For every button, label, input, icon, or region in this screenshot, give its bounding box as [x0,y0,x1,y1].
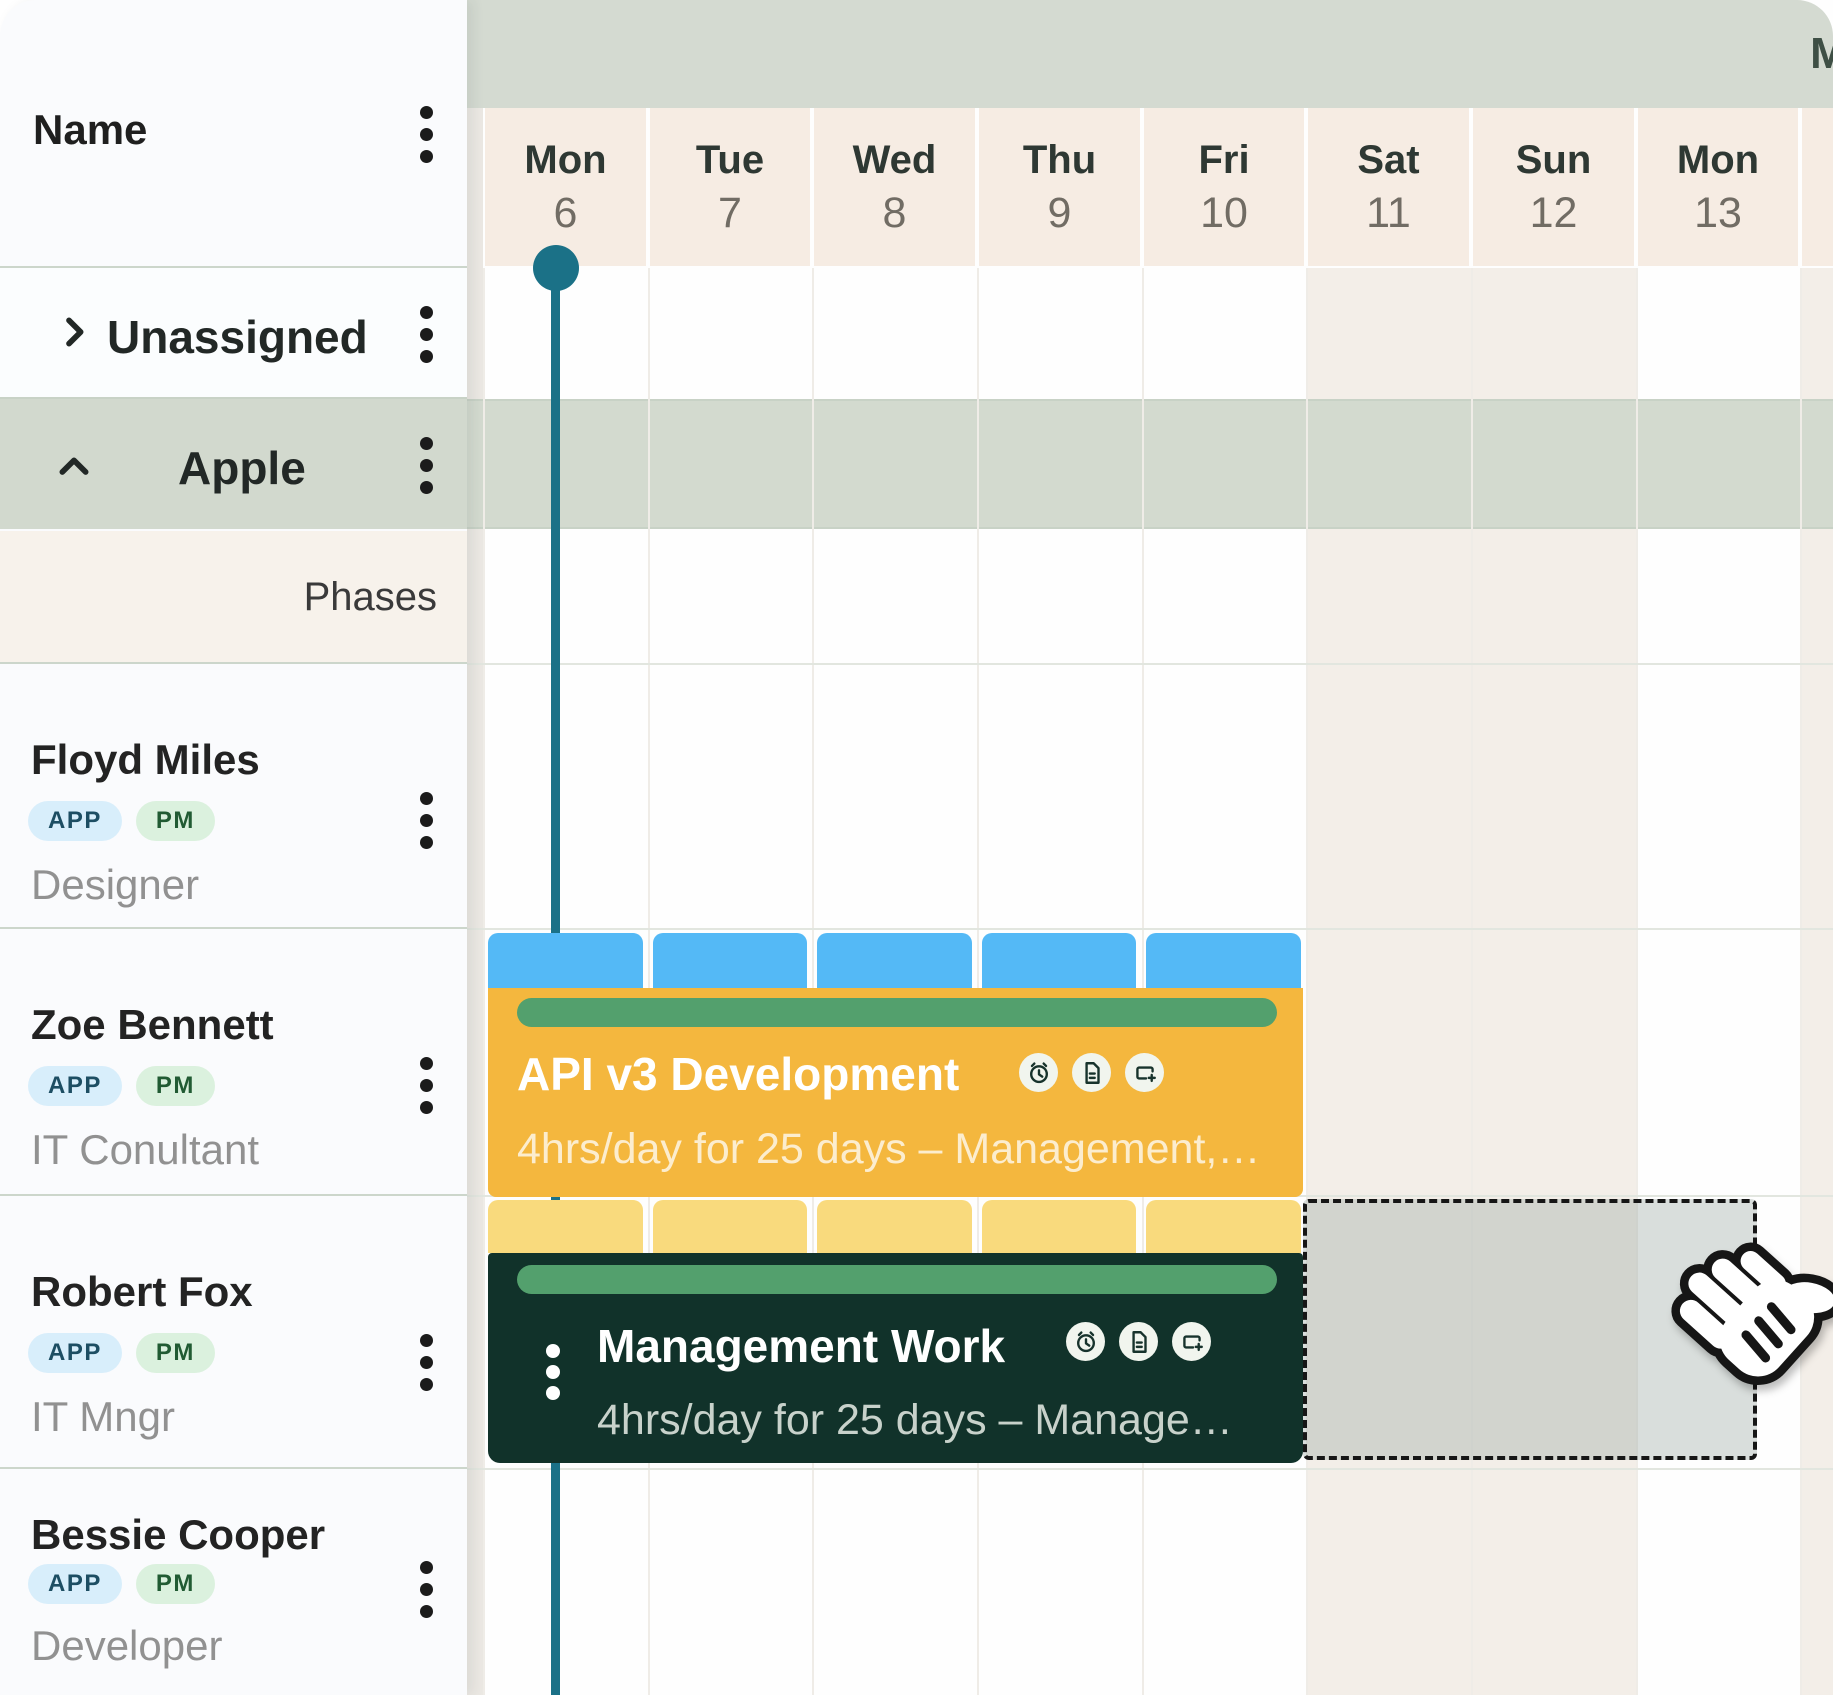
badge-app: APP [28,1564,122,1604]
badge-app: APP [28,1333,122,1373]
task1-progress-bar [517,998,1277,1027]
task-card-api-v3-development[interactable]: API v3 Development 4hrs/day for 25 days … [488,988,1303,1197]
document-icon [1072,1053,1111,1092]
sidebar-phases-row[interactable]: Phases [0,531,467,663]
scheduler-app: May 2024 Mon 6 Tue 7 Wed 8 Thu 9 Fri 10 … [0,0,1833,1695]
name-header-menu-button[interactable] [420,106,433,172]
day-header-sun12: Sun 12 [1473,108,1634,266]
member-name: Zoe Bennett [31,1001,274,1048]
task2-drag-handle-icon[interactable] [546,1344,560,1407]
member-badges: APP PM [28,801,215,841]
chevron-up-icon[interactable] [54,447,94,487]
badge-pm: PM [135,1333,215,1373]
task1-title: API v3 Development [517,1048,960,1100]
add-card-icon [1125,1053,1164,1092]
sidebar: Name Unassigned Apple Phases Floyd Miles… [0,0,467,1695]
day-header-mon6: Mon 6 [485,108,646,266]
name-column-header: Name [33,106,148,153]
task2-title: Management Work [597,1320,1006,1372]
alarm-icon [1066,1322,1105,1361]
day-header-wed8: Wed 8 [814,108,975,266]
today-marker-dot[interactable] [533,245,579,291]
member-role: Developer [31,1622,223,1669]
member-badges: APP PM [28,1333,215,1373]
month-band: May 2024 [467,0,1833,108]
month-label: May 2024 [1810,29,1833,78]
day-header-mon13: Mon 13 [1638,108,1798,266]
add-card-icon [1172,1322,1211,1361]
grid-gutter [467,108,483,1695]
badge-pm: PM [135,801,215,841]
member-name: Robert Fox [31,1268,253,1315]
member-name: Floyd Miles [31,736,260,783]
member-role: IT Mngr [31,1393,175,1440]
hand-cursor-icon [1671,1222,1833,1412]
task2-progress-bar [517,1265,1277,1294]
member-row-zoe-bennett[interactable]: Zoe Bennett APP PM IT Conultant [0,928,467,1195]
member-badges: APP PM [28,1066,215,1106]
task1-details: 4hrs/day for 25 days – Management,… [517,1125,1261,1173]
day-header-fri10: Fri 10 [1144,108,1304,266]
member-row-robert-fox[interactable]: Robert Fox APP PM IT Mngr [0,1195,467,1467]
badge-app: APP [28,1066,122,1106]
badge-pm: PM [135,1066,215,1106]
apple-menu-button[interactable] [420,437,433,503]
sidebar-group-unassigned[interactable]: Unassigned [0,268,467,397]
document-icon [1119,1322,1158,1361]
sidebar-header-row: Name [0,0,467,268]
member-role: Designer [31,861,200,908]
unassigned-menu-button[interactable] [420,306,433,372]
member-badges: APP PM [28,1564,215,1604]
member-menu-button[interactable] [420,1057,433,1123]
apple-group-label: Apple [178,442,306,494]
member-name: Bessie Cooper [31,1511,326,1558]
task-card-management-work[interactable]: Management Work 4hrs/day for 25 days – M… [488,1253,1303,1463]
phases-label: Phases [303,575,437,619]
day-header-partial [1802,108,1833,266]
badge-app: APP [28,801,122,841]
sidebar-group-apple[interactable]: Apple [0,399,467,529]
task2-details: 4hrs/day for 25 days – Manage… [597,1396,1233,1444]
task1-icon-row [1019,1053,1164,1092]
member-menu-button[interactable] [420,792,433,858]
member-role: IT Conultant [31,1126,260,1173]
unassigned-label: Unassigned [107,311,368,363]
badge-pm: PM [135,1564,215,1604]
task2-icon-row [1066,1322,1211,1361]
member-menu-button[interactable] [420,1334,433,1400]
day-header-sat11: Sat 11 [1308,108,1469,266]
alarm-icon [1019,1053,1058,1092]
member-row-floyd-miles[interactable]: Floyd Miles APP PM Designer [0,663,467,928]
day-header-thu9: Thu 9 [979,108,1140,266]
day-header-tue7: Tue 7 [650,108,810,266]
member-row-bessie-cooper[interactable]: Bessie Cooper APP PM Developer [0,1468,467,1695]
member-menu-button[interactable] [420,1561,433,1627]
chevron-right-icon[interactable] [54,312,94,352]
